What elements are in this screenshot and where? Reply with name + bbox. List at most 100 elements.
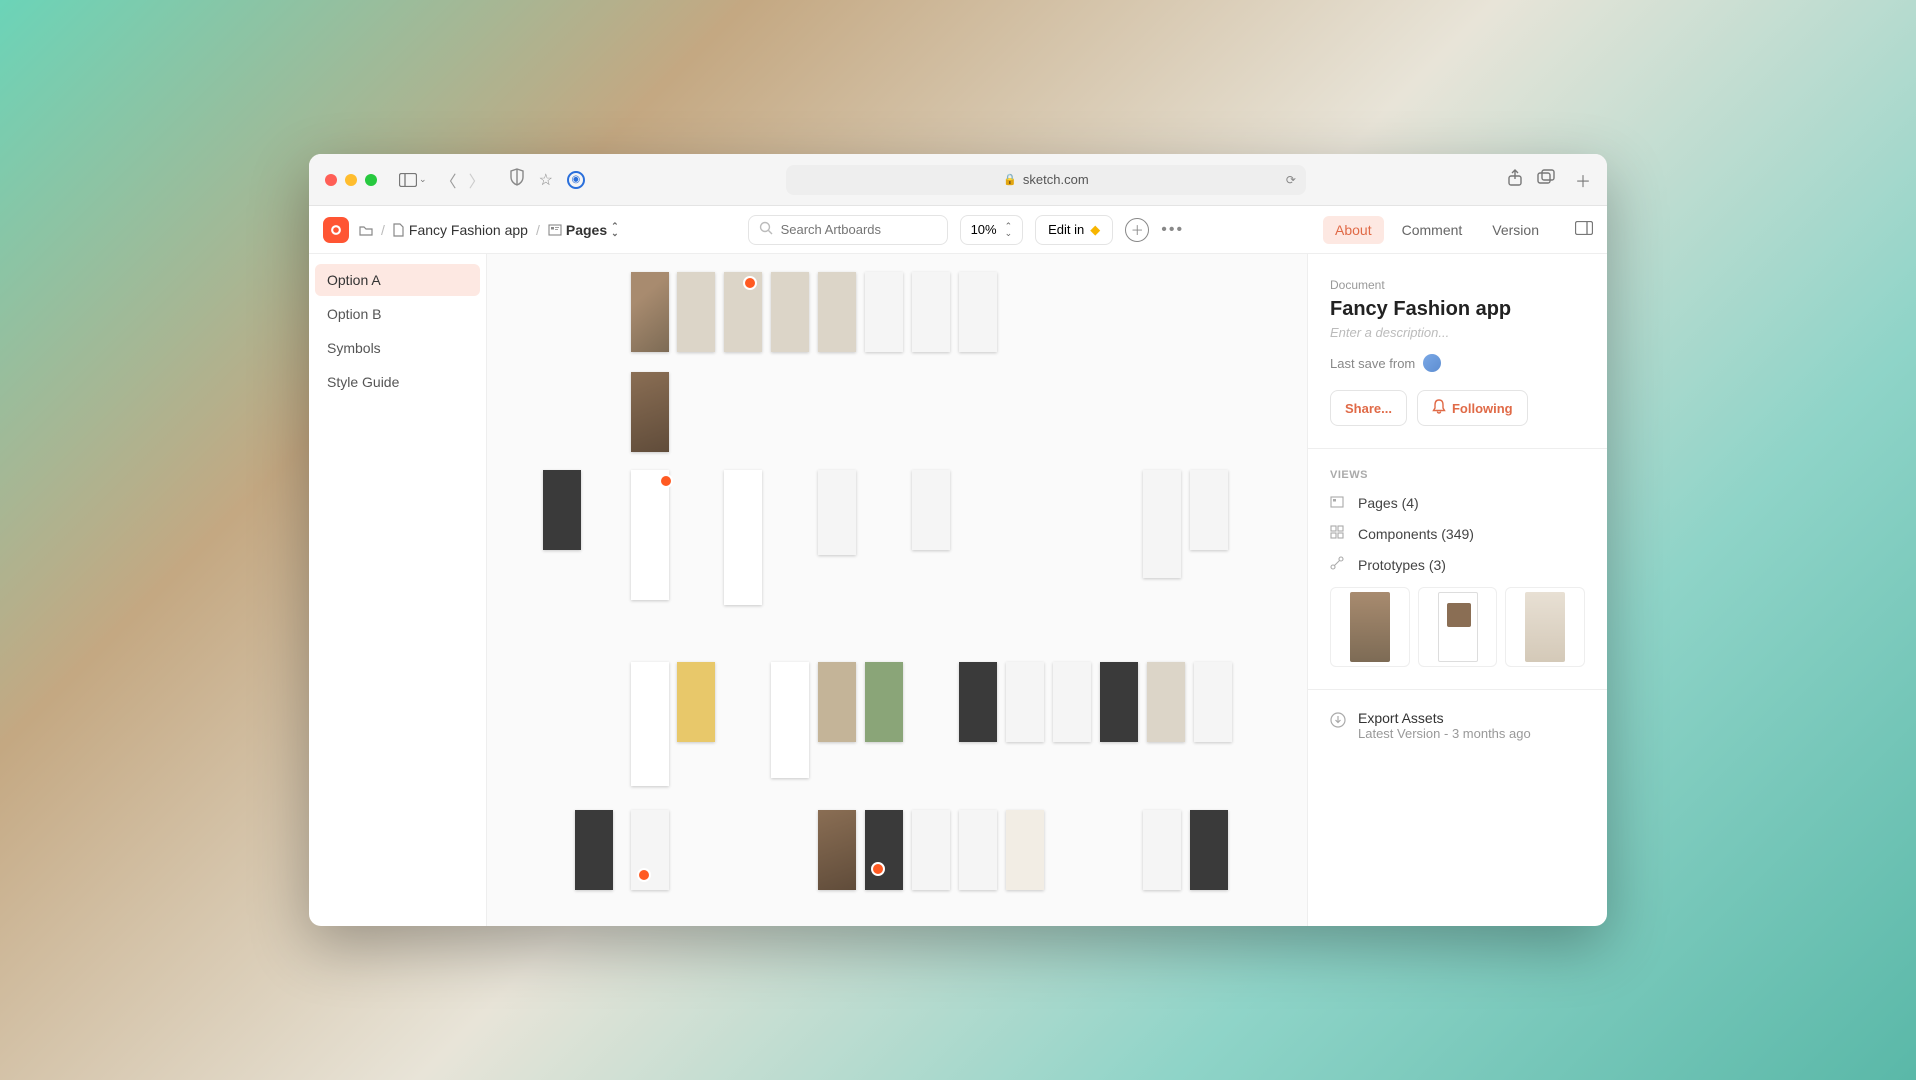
components-icon	[1330, 525, 1346, 542]
artboard[interactable]	[1006, 810, 1044, 890]
views-section-label: VIEWS	[1330, 469, 1585, 481]
artboard[interactable]	[543, 470, 581, 550]
view-pages[interactable]: Pages (4)	[1330, 495, 1585, 511]
artboard[interactable]	[631, 272, 669, 352]
app-logo[interactable]	[323, 217, 349, 243]
artboard[interactable]	[959, 662, 997, 742]
artboard[interactable]	[959, 272, 997, 352]
tab-about[interactable]: About	[1323, 216, 1384, 244]
artboard[interactable]	[1190, 470, 1228, 550]
notification-dot[interactable]	[743, 276, 757, 290]
search-input-field[interactable]	[781, 222, 957, 237]
privacy-shield-icon[interactable]	[509, 168, 525, 191]
following-button[interactable]: Following	[1417, 390, 1528, 426]
artboard[interactable]	[677, 662, 715, 742]
download-icon	[1330, 712, 1346, 733]
pages-sidebar: Option A Option B Symbols Style Guide	[309, 254, 487, 926]
share-icon[interactable]	[1507, 169, 1523, 191]
zoom-control[interactable]: 10% ⌃⌄	[960, 215, 1024, 245]
notification-dot[interactable]	[637, 868, 651, 882]
breadcrumb: / Fancy Fashion app / Pages ⌃⌄	[359, 222, 619, 238]
artboard[interactable]	[865, 662, 903, 742]
artboard[interactable]	[912, 470, 950, 550]
window-minimize-button[interactable]	[345, 174, 357, 186]
last-save-label: Last save from	[1330, 356, 1415, 371]
export-assets-button[interactable]: Export Assets Latest Version - 3 months …	[1330, 710, 1585, 741]
canvas[interactable]	[487, 254, 1307, 926]
edit-in-app-button[interactable]: Edit in ◆	[1035, 215, 1113, 245]
tab-version[interactable]: Version	[1480, 216, 1551, 244]
nav-forward-button[interactable]: 〉	[469, 168, 485, 192]
traffic-lights	[325, 174, 377, 186]
artboard[interactable]	[818, 272, 856, 352]
browser-window: ⌄ 〈 〉 ☆ ◉ 🔒 sketch.com ⟳ ＋	[309, 154, 1607, 926]
artboard[interactable]	[575, 810, 613, 890]
artboard[interactable]	[818, 470, 856, 555]
nav-back-button[interactable]: 〈	[441, 168, 457, 192]
sidebar-item-option-a[interactable]: Option A	[315, 264, 480, 296]
artboard[interactable]	[1100, 662, 1138, 742]
more-menu-button[interactable]: •••	[1161, 221, 1184, 239]
inspector-panel: Document Fancy Fashion app Enter a descr…	[1307, 254, 1607, 926]
sidebar-item-symbols[interactable]: Symbols	[315, 332, 480, 364]
pages-icon	[1330, 496, 1346, 511]
refresh-icon[interactable]: ⟳	[1286, 173, 1296, 187]
notification-dot[interactable]	[659, 474, 673, 488]
artboard[interactable]	[818, 810, 856, 890]
sketch-gem-icon: ◆	[1090, 222, 1100, 238]
tabs-overview-icon[interactable]	[1537, 169, 1555, 190]
url-bar[interactable]: 🔒 sketch.com ⟳	[786, 165, 1306, 195]
artboard[interactable]	[771, 662, 809, 778]
prototype-thumbnail[interactable]	[1418, 587, 1498, 667]
password-manager-icon[interactable]: ◉	[567, 171, 585, 189]
tab-comment[interactable]: Comment	[1390, 216, 1475, 244]
sidebar-item-style-guide[interactable]: Style Guide	[315, 366, 480, 398]
view-prototypes[interactable]: Prototypes (3)	[1330, 556, 1585, 573]
bell-icon	[1432, 399, 1446, 417]
description-input[interactable]: Enter a description...	[1330, 325, 1585, 340]
breadcrumb-workspace[interactable]	[359, 224, 373, 236]
breadcrumb-document[interactable]: Fancy Fashion app	[393, 222, 528, 238]
artboard[interactable]	[959, 810, 997, 890]
avatar[interactable]	[1423, 354, 1441, 372]
url-host: sketch.com	[1023, 172, 1089, 187]
notification-dot[interactable]	[871, 862, 885, 876]
artboard[interactable]	[631, 470, 669, 600]
artboard[interactable]	[912, 272, 950, 352]
document-section-label: Document	[1330, 278, 1585, 292]
artboard[interactable]	[912, 810, 950, 890]
prototype-thumbnail[interactable]	[1505, 587, 1585, 667]
prototypes-icon	[1330, 556, 1346, 573]
search-icon	[759, 221, 773, 238]
artboard[interactable]	[1190, 810, 1228, 890]
artboard[interactable]	[1143, 470, 1181, 578]
breadcrumb-pages-dropdown[interactable]: Pages ⌃⌄	[548, 222, 619, 238]
artboard[interactable]	[631, 662, 669, 786]
new-tab-icon[interactable]: ＋	[1575, 168, 1591, 192]
artboard[interactable]	[1006, 662, 1044, 742]
artboard[interactable]	[1194, 662, 1232, 742]
artboard[interactable]	[818, 662, 856, 742]
artboard[interactable]	[1147, 662, 1185, 742]
view-components[interactable]: Components (349)	[1330, 525, 1585, 542]
artboard[interactable]	[631, 372, 669, 452]
artboard[interactable]	[865, 810, 903, 890]
artboard[interactable]	[1143, 810, 1181, 890]
share-button[interactable]: Share...	[1330, 390, 1407, 426]
artboard[interactable]	[771, 272, 809, 352]
artboard[interactable]	[865, 272, 903, 352]
search-artboards-input[interactable]	[748, 215, 948, 245]
add-comment-button[interactable]: ＋	[1125, 218, 1149, 242]
artboard[interactable]	[724, 470, 762, 605]
chevron-up-down-icon: ⌃⌄	[1005, 223, 1013, 237]
artboard[interactable]	[1053, 662, 1091, 742]
window-close-button[interactable]	[325, 174, 337, 186]
window-maximize-button[interactable]	[365, 174, 377, 186]
sidebar-toggle-button[interactable]: ⌄	[399, 173, 427, 187]
right-panel-toggle-button[interactable]	[1575, 221, 1593, 238]
prototype-thumbnail[interactable]	[1330, 587, 1410, 667]
sidebar-item-option-b[interactable]: Option B	[315, 298, 480, 330]
artboard[interactable]	[677, 272, 715, 352]
favorite-star-icon[interactable]: ☆	[539, 170, 553, 190]
browser-chrome: ⌄ 〈 〉 ☆ ◉ 🔒 sketch.com ⟳ ＋	[309, 154, 1607, 206]
